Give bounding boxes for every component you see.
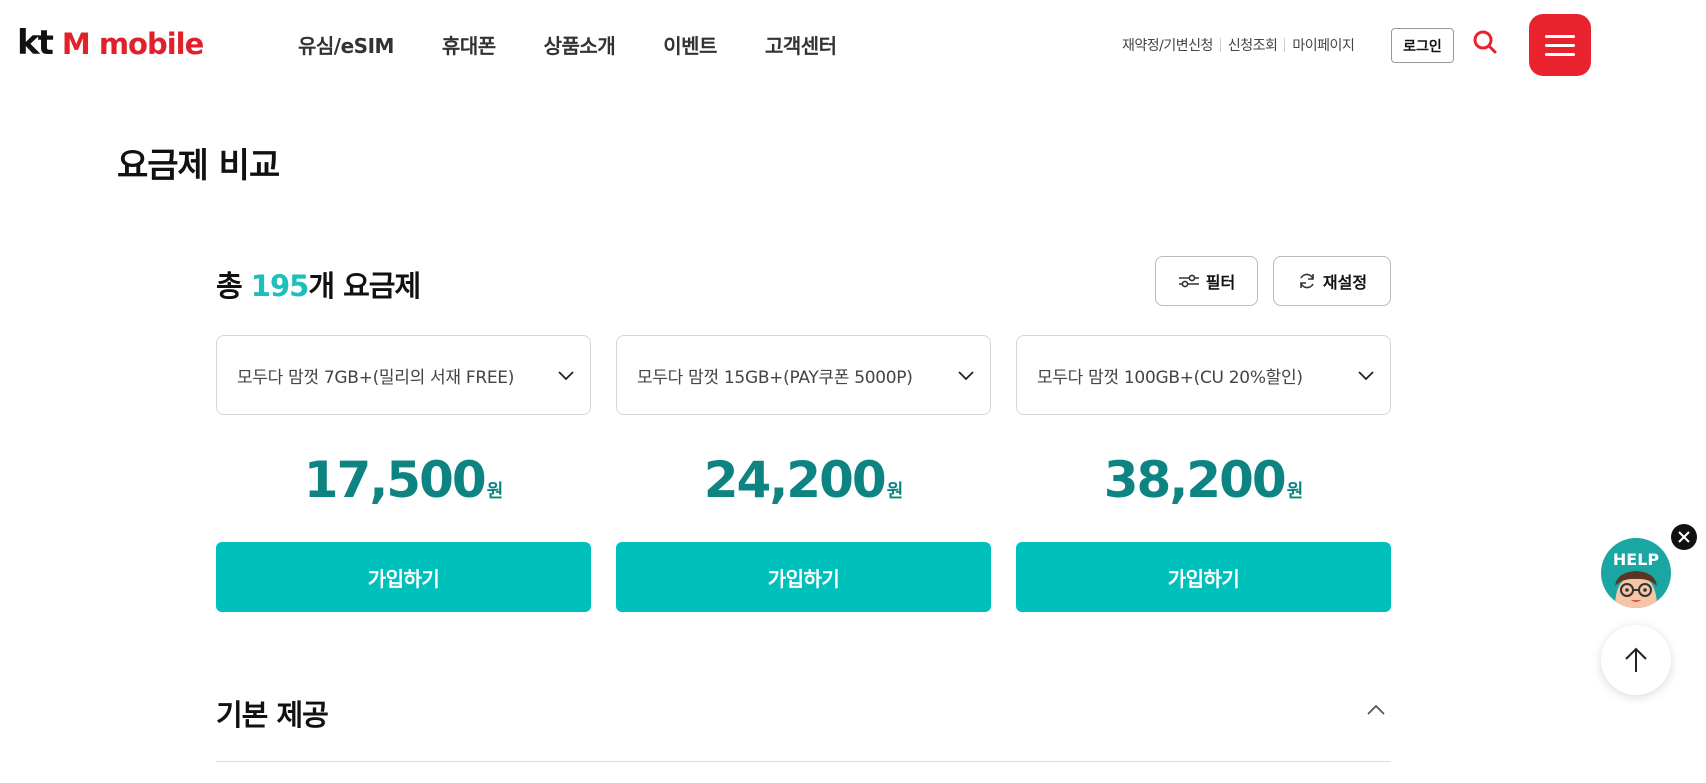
plan-count-suffix: 개 요금제	[308, 269, 421, 303]
util-divider	[1219, 38, 1221, 52]
chevron-down-icon	[958, 371, 974, 381]
filter-label: 필터	[1205, 273, 1236, 292]
join-button[interactable]: 가입하기	[1016, 542, 1391, 612]
arrow-up-icon	[1625, 647, 1647, 672]
plan-column-1: 모두다 맘껏 7GB+(밀리의 서재 FREE) 17,500 원 가입하기	[216, 335, 591, 612]
plan-price: 24,200 원	[616, 451, 991, 515]
plan-column-3: 모두다 맘껏 100GB+(CU 20%할인) 38,200 원 가입하기	[1016, 335, 1391, 612]
chevron-up-icon	[1367, 704, 1385, 715]
plan-column-2: 모두다 맘껏 15GB+(PAY쿠폰 5000P) 24,200 원 가입하기	[616, 335, 991, 612]
scroll-top-button[interactable]	[1601, 625, 1671, 695]
nav-item-usim[interactable]: 유심/eSIM	[298, 30, 394, 59]
plan-price-amount: 17,500	[303, 451, 487, 509]
menu-button[interactable]	[1529, 14, 1591, 76]
nav-item-phone[interactable]: 휴대폰	[442, 30, 496, 59]
nav-item-products[interactable]: 상품소개	[544, 30, 616, 59]
plan-select-1[interactable]: 모두다 맘껏 7GB+(밀리의 서재 FREE)	[216, 335, 591, 415]
plan-price: 17,500 원	[216, 451, 591, 515]
help-close-button[interactable]	[1671, 524, 1697, 550]
plan-price-unit: 원	[886, 481, 904, 502]
reset-label: 재설정	[1322, 273, 1368, 292]
menu-icon-bar	[1545, 43, 1575, 47]
plan-price-unit: 원	[486, 481, 504, 502]
plan-select-value: 모두다 맘껏 15GB+(PAY쿠폰 5000P)	[637, 367, 913, 388]
reset-button[interactable]: 재설정	[1273, 256, 1391, 306]
util-link-recontract[interactable]: 재약정/기변신청	[1122, 35, 1213, 55]
join-button[interactable]: 가입하기	[216, 542, 591, 612]
search-icon	[1473, 30, 1497, 54]
plan-select-value: 모두다 맘껏 7GB+(밀리의 서재 FREE)	[237, 367, 515, 388]
menu-icon-bar	[1545, 52, 1575, 56]
refresh-icon	[1300, 273, 1314, 289]
chevron-down-icon	[558, 371, 574, 381]
plan-price-amount: 38,200	[1103, 451, 1287, 509]
nav-item-support[interactable]: 고객센터	[765, 30, 837, 59]
plan-select-3[interactable]: 모두다 맘껏 100GB+(CU 20%할인)	[1016, 335, 1391, 415]
login-button[interactable]: 로그인	[1391, 28, 1454, 63]
filter-button[interactable]: 필터	[1155, 256, 1258, 306]
plan-price: 38,200 원	[1016, 451, 1391, 515]
brand-logo[interactable]: kt M mobile	[17, 23, 204, 63]
nav-item-events[interactable]: 이벤트	[663, 30, 717, 59]
util-link-mypage[interactable]: 마이페이지	[1292, 35, 1354, 55]
plan-select-2[interactable]: 모두다 맘껏 15GB+(PAY쿠폰 5000P)	[616, 335, 991, 415]
plan-price-amount: 24,200	[703, 451, 887, 509]
chevron-down-icon	[1358, 371, 1374, 381]
plan-count: 총 195개 요금제	[216, 263, 421, 305]
plan-count-number: 195	[250, 269, 310, 303]
help-chatbot-button[interactable]: HELP	[1601, 538, 1671, 608]
section-title-basic: 기본 제공	[216, 698, 329, 732]
mascot-face-icon	[1615, 571, 1657, 608]
utility-links: 재약정/기변신청 신청조회 마이페이지	[1122, 35, 1355, 55]
section-divider	[216, 761, 1391, 762]
plan-price-unit: 원	[1286, 481, 1304, 502]
plan-count-prefix: 총	[216, 269, 251, 303]
util-link-order-status[interactable]: 신청조회	[1228, 35, 1278, 55]
close-icon	[1678, 531, 1690, 543]
section-collapse-toggle[interactable]	[1364, 700, 1388, 720]
search-button[interactable]	[1470, 28, 1500, 58]
menu-icon-bar	[1545, 34, 1575, 38]
util-divider	[1284, 38, 1286, 52]
join-button[interactable]: 가입하기	[616, 542, 991, 612]
filter-icon	[1178, 274, 1199, 288]
logo-kt: kt	[17, 23, 54, 63]
page-title: 요금제 비교	[117, 146, 280, 186]
main-nav: 유심/eSIM 휴대폰 상품소개 이벤트 고객센터	[298, 30, 885, 59]
plan-select-value: 모두다 맘껏 100GB+(CU 20%할인)	[1037, 367, 1303, 388]
logo-m-mobile: M mobile	[61, 27, 204, 61]
site-header: kt M mobile 유심/eSIM 휴대폰 상품소개 이벤트 고객센터 재약…	[0, 0, 1706, 90]
